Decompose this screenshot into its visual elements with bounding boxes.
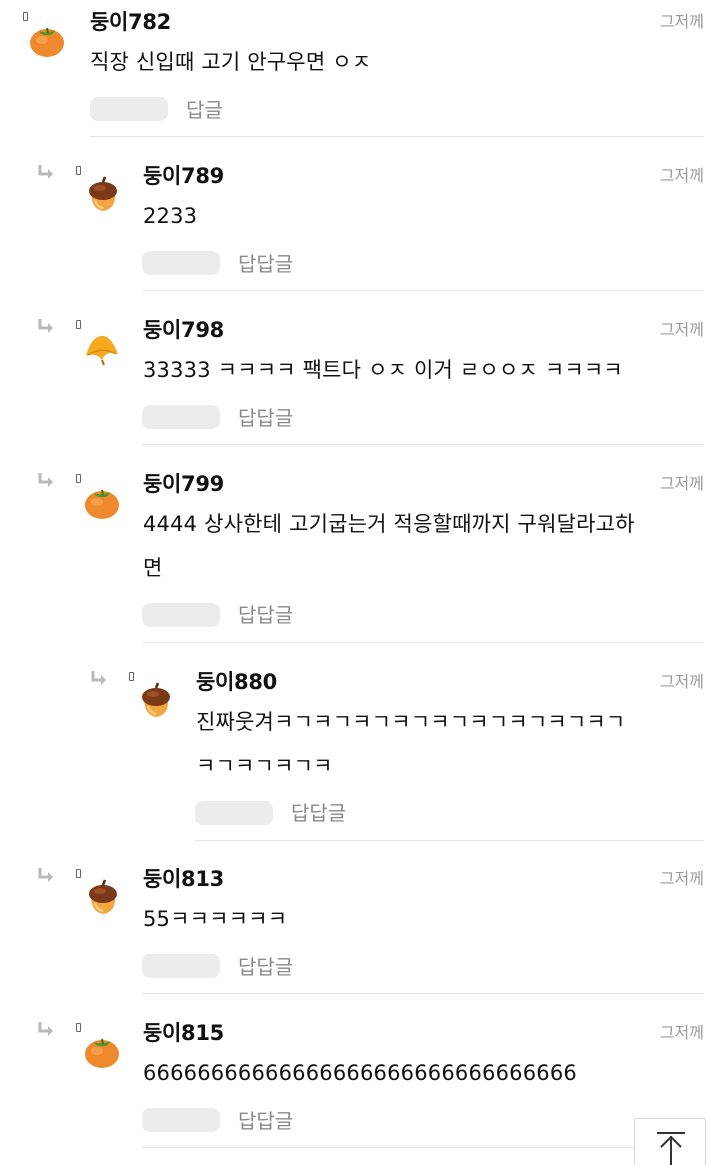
comment-time: 그저께 — [659, 1023, 704, 1042]
comment-nickname[interactable]: 둥이799 — [143, 468, 224, 498]
comment-nickname[interactable]: 둥이789 — [143, 160, 224, 190]
comment-time: 그저께 — [659, 12, 704, 31]
comment-time: 그저께 — [659, 672, 704, 691]
reply-button[interactable]: 답답글 — [238, 248, 293, 277]
reply-arrow-icon — [37, 164, 55, 180]
comment-text: 4444 상사한테 고기굽는거 적응할때까지 구워달라고하 — [143, 512, 635, 536]
like-button[interactable] — [195, 801, 273, 825]
divider — [142, 642, 704, 643]
acorn-icon — [82, 174, 122, 214]
reply-button[interactable]: 답답글 — [238, 951, 293, 980]
reply-arrow-icon — [37, 472, 55, 488]
reply-item: 둥이815 그저께 666666666666666666666666666666… — [0, 1011, 720, 1151]
small-square-icon — [76, 320, 81, 329]
comment-text: 66666666666666666666666666666666 — [143, 1061, 577, 1085]
divider — [142, 1147, 704, 1148]
reply-arrow-icon — [37, 867, 55, 883]
reply-arrow-icon — [37, 318, 55, 334]
like-button[interactable] — [142, 405, 220, 429]
reply-item: 둥이813 그저께 55ㅋㅋㅋㅋㅋㅋ 답답글 — [0, 857, 720, 997]
comment-item: 둥이782 그저께 직장 신입때 고기 안구우면 ㅇㅈ 답글 — [0, 0, 720, 140]
divider — [142, 290, 704, 291]
comment-text: 33333 ㅋㅋㅋㅋ 팩트다 ㅇㅈ 이거 ㄹㅇㅇㅈ ㅋㅋㅋㅋ — [143, 358, 623, 382]
comment-text-continued: ㅋㄱㅋㄱㅋㄱㅋ — [196, 754, 333, 778]
small-square-icon — [76, 474, 81, 483]
comment-time: 그저께 — [659, 869, 704, 888]
small-square-icon — [76, 1023, 81, 1032]
persimmon-icon — [82, 1031, 122, 1071]
small-square-icon — [76, 166, 81, 175]
reply-button[interactable]: 답답글 — [238, 1105, 293, 1134]
comment-time: 그저께 — [659, 166, 704, 185]
divider — [142, 444, 704, 445]
reply-item: 둥이799 그저께 4444 상사한테 고기굽는거 적응할때까지 구워달라고하 … — [0, 462, 720, 646]
like-button[interactable] — [142, 603, 220, 627]
like-button[interactable] — [90, 97, 168, 121]
reply-arrow-icon — [37, 1021, 55, 1037]
reply-arrow-icon — [90, 670, 108, 686]
comment-text: 55ㅋㅋㅋㅋㅋㅋ — [143, 907, 288, 931]
reply-button[interactable]: 답글 — [186, 94, 223, 123]
comment-text: 직장 신입때 고기 안구우면 ㅇㅈ — [90, 50, 372, 74]
comment-text-continued: 면 — [143, 556, 163, 580]
acorn-icon — [82, 877, 122, 917]
like-button[interactable] — [142, 954, 220, 978]
comment-nickname[interactable]: 둥이880 — [196, 666, 277, 696]
like-button[interactable] — [142, 1108, 220, 1132]
arrow-up-to-top-icon — [657, 1132, 685, 1165]
like-button[interactable] — [142, 251, 220, 275]
comment-nickname[interactable]: 둥이813 — [143, 863, 224, 893]
divider — [195, 840, 704, 841]
persimmon-icon — [82, 482, 122, 522]
comment-nickname[interactable]: 둥이798 — [143, 314, 224, 344]
reply-button[interactable]: 답답글 — [291, 797, 346, 826]
comment-nickname[interactable]: 둥이782 — [90, 6, 171, 36]
autumn-leaf-icon — [82, 328, 122, 368]
divider — [90, 136, 704, 137]
scroll-to-top-button[interactable] — [634, 1118, 706, 1165]
comment-time: 그저께 — [659, 474, 704, 493]
reply-button[interactable]: 답답글 — [238, 599, 293, 628]
reply-item: 둥이798 그저께 33333 ㅋㅋㅋㅋ 팩트다 ㅇㅈ 이거 ㄹㅇㅇㅈ ㅋㅋㅋㅋ… — [0, 308, 720, 448]
persimmon-icon — [27, 20, 67, 60]
nested-reply-item: 둥이880 그저께 진짜웃겨ㅋㄱㅋㄱㅋㄱㅋㄱㅋㄱㅋㄱㅋㄱㅋㄱㅋㄱ ㅋㄱㅋㄱㅋㄱㅋ… — [0, 660, 720, 844]
small-square-icon — [129, 672, 134, 681]
comment-nickname[interactable]: 둥이815 — [143, 1017, 224, 1047]
reply-button[interactable]: 답답글 — [238, 402, 293, 431]
comment-text: 2233 — [143, 204, 198, 228]
acorn-icon — [135, 680, 175, 720]
divider — [142, 993, 704, 994]
reply-item: 둥이789 그저께 2233 답답글 — [0, 154, 720, 294]
comment-time: 그저께 — [659, 320, 704, 339]
small-square-icon — [76, 869, 81, 878]
